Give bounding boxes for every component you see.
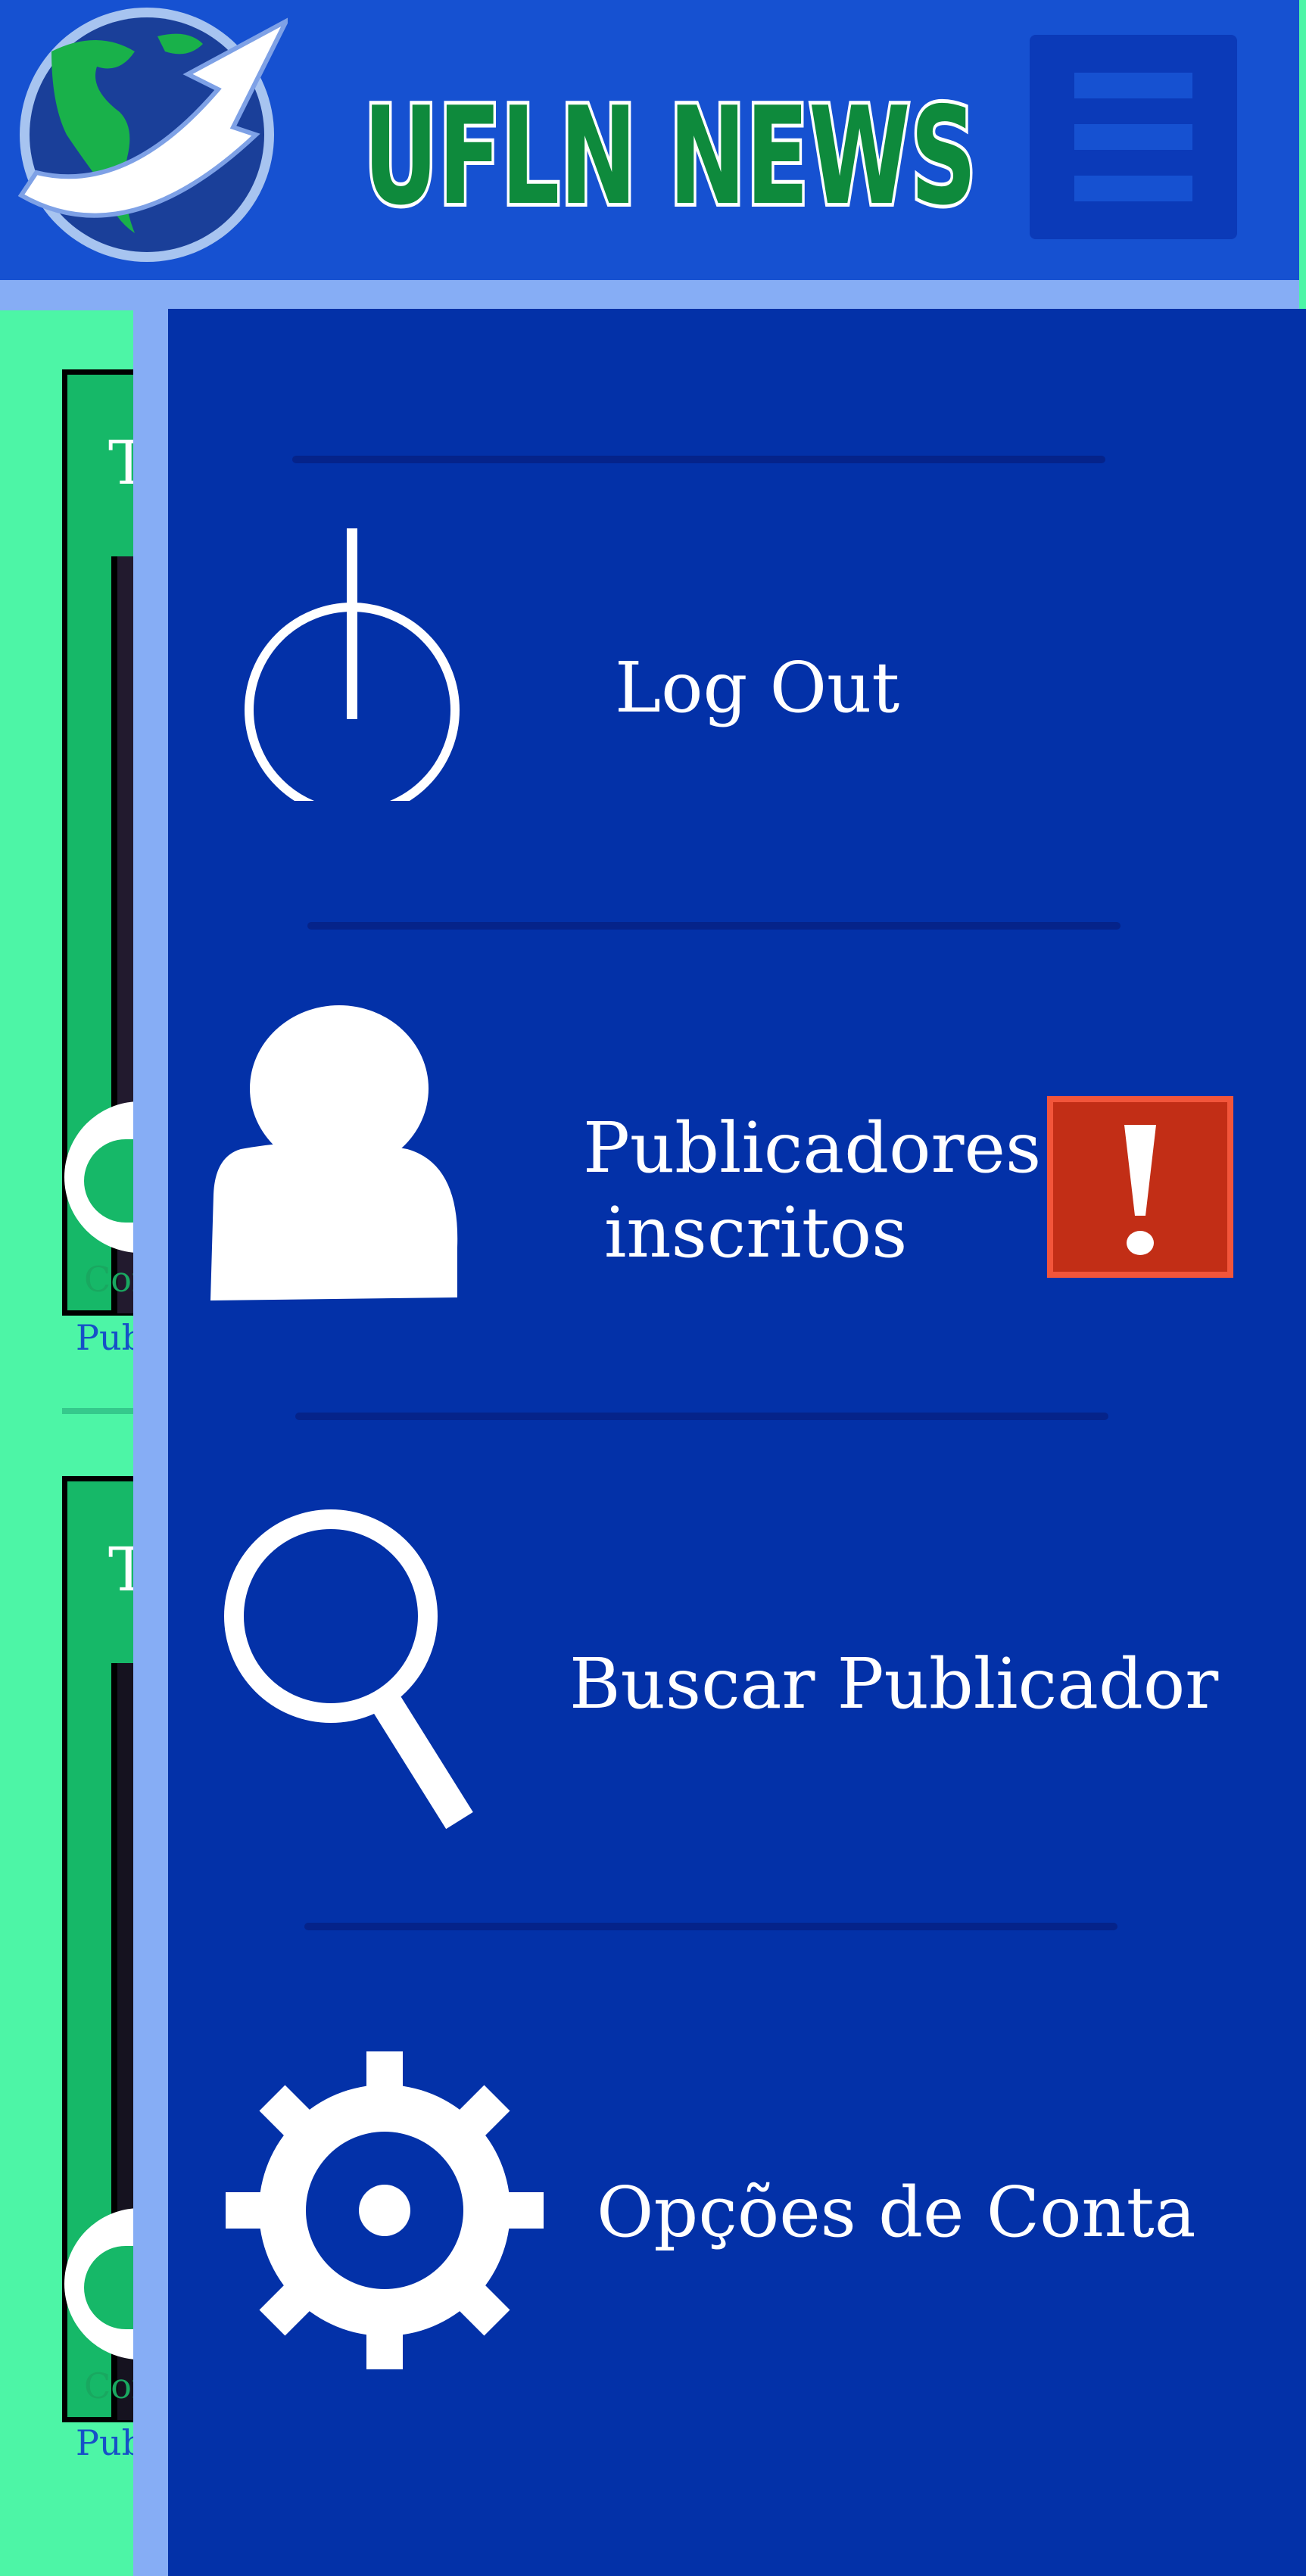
brand-text: UFLN NEWS	[363, 89, 977, 226]
exclamation-alert-icon	[1124, 1125, 1156, 1255]
menu-item-label: Buscar Publicador	[569, 1643, 1219, 1724]
menu-item-label: Log Out	[615, 647, 900, 728]
drawer-separator	[307, 922, 1121, 930]
menu-item-buscar-publicador[interactable]: Buscar Publicador	[168, 1506, 1306, 1885]
header-divider	[0, 280, 1299, 310]
drawer-separator	[295, 1413, 1108, 1420]
menu-item-label: inscritos	[604, 1192, 908, 1273]
app-header: UFLN NEWS	[0, 0, 1299, 280]
notification-badge[interactable]	[1047, 1096, 1233, 1278]
power-icon	[245, 528, 460, 801]
user-icon	[210, 1005, 458, 1300]
drawer-separator	[292, 456, 1105, 463]
drawer-edge	[133, 303, 168, 2576]
menu-item-opcoes-de-conta[interactable]: Opções de Conta	[168, 2036, 1306, 2415]
drawer-separator	[304, 1923, 1117, 1930]
search-icon	[224, 1509, 473, 1830]
menu-item-label: Publicadores	[583, 1107, 1042, 1188]
hamburger-menu-button[interactable]	[1030, 35, 1237, 239]
brand-logo: UFLN NEWS	[360, 89, 980, 226]
hamburger-menu-icon	[1074, 73, 1192, 98]
menu-item-log-out[interactable]: Log Out	[168, 500, 1306, 878]
gear-icon	[226, 2051, 544, 2369]
globe-with-arrow-icon[interactable]	[6, 6, 288, 263]
menu-item-label: Opções de Conta	[597, 2172, 1196, 2253]
